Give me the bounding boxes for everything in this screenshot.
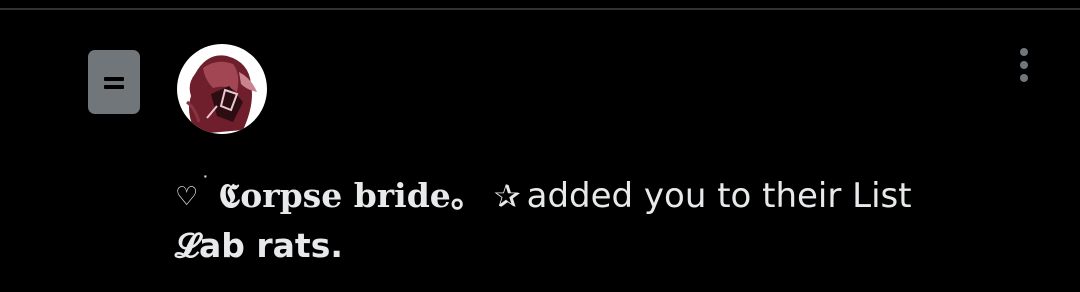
notification-line-2: 𝓛ab rats.	[175, 222, 1035, 284]
list-icon	[88, 50, 140, 114]
user-name-link[interactable]: 𝕮orpse bride。	[218, 176, 483, 215]
list-name-link[interactable]: 𝓛ab rats.	[175, 226, 343, 265]
notification-line-1: ♡ ˙ 𝕮orpse bride。 ✰ added you to their List	[175, 160, 1035, 222]
notification-text: ♡ ˙ 𝕮orpse bride。 ✰ added you to their List …	[175, 160, 1035, 284]
star-icon: ✰	[493, 177, 521, 215]
avatar[interactable]	[177, 44, 267, 134]
more-options-button[interactable]	[1010, 48, 1038, 86]
dot-glyph: ˙	[200, 172, 211, 196]
action-text: added you to their List	[526, 176, 912, 216]
heart-icon: ♡	[175, 182, 199, 212]
more-vertical-icon	[1020, 48, 1028, 56]
avatar-image	[177, 44, 267, 134]
list-added-notification[interactable]: ♡ ˙ 𝕮orpse bride。 ✰ added you to their List …	[0, 10, 1080, 292]
